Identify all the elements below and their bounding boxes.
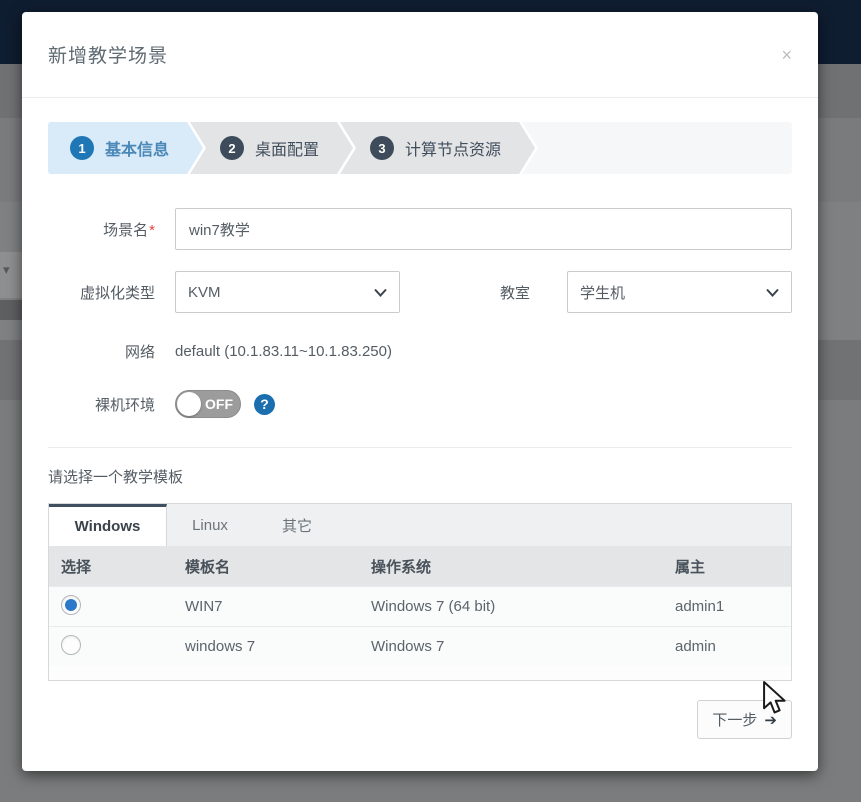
- background-band: [0, 300, 22, 320]
- chevron-down-icon: [766, 288, 779, 297]
- cell-os: Windows 7: [359, 638, 663, 655]
- cell-template-name: windows 7: [173, 638, 359, 655]
- step-number-badge: 2: [220, 136, 244, 160]
- wizard-step-remainder: [522, 122, 792, 174]
- tab-linux[interactable]: Linux: [167, 504, 253, 546]
- cell-owner: admin: [663, 638, 791, 655]
- tab-label: 其它: [282, 515, 312, 536]
- tab-windows[interactable]: Windows: [49, 504, 167, 546]
- wizard-step[interactable]: 3 计算节点资源: [340, 122, 535, 174]
- modal-footer: 下一步 ➔: [48, 700, 792, 739]
- step-number-badge: 1: [70, 136, 94, 160]
- header-os: 操作系统: [359, 556, 663, 577]
- arrow-right-icon: ➔: [764, 711, 777, 729]
- header-select: 选择: [49, 556, 173, 577]
- modal-title: 新增教学场景: [48, 41, 168, 68]
- cell-os: Windows 7 (64 bit): [359, 598, 663, 615]
- template-section-heading: 请选择一个教学模板: [48, 466, 792, 487]
- network-row: 网络 default (10.1.83.11~10.1.83.250): [48, 333, 792, 369]
- tab-other[interactable]: 其它: [253, 504, 341, 546]
- tab-label: Linux: [192, 517, 228, 534]
- modal-body: 1 基本信息 2 桌面配置 3 计算节点资源 场景名*: [22, 98, 818, 739]
- tab-label: Windows: [75, 518, 141, 535]
- network-value: default (10.1.83.11~10.1.83.250): [175, 343, 392, 360]
- scene-name-input[interactable]: [175, 208, 792, 250]
- classroom-group: 教室 学生机: [500, 271, 792, 313]
- template-panel: Windows Linux 其它 选择 模板名 操作系统 属主 WIN7 Win…: [48, 503, 792, 681]
- next-button[interactable]: 下一步 ➔: [697, 700, 792, 739]
- template-radio[interactable]: [61, 635, 81, 655]
- cell-template-name: WIN7: [173, 598, 359, 615]
- network-label: 网络: [48, 341, 155, 362]
- next-button-label: 下一步: [712, 709, 757, 730]
- basic-info-form: 场景名* 虚拟化类型 KVM 教室 学生机: [48, 208, 792, 421]
- wizard-steps: 1 基本信息 2 桌面配置 3 计算节点资源: [48, 122, 792, 174]
- toggle-state-label: OFF: [205, 396, 233, 412]
- scene-name-row: 场景名*: [48, 208, 792, 250]
- modal-header: 新增教学场景 ×: [22, 12, 818, 98]
- classroom-value: 学生机: [580, 282, 766, 303]
- virt-classroom-row: 虚拟化类型 KVM 教室 学生机: [48, 271, 792, 313]
- required-asterisk: *: [149, 222, 155, 239]
- table-row[interactable]: WIN7 Windows 7 (64 bit) admin1: [49, 586, 791, 626]
- bare-metal-label: 裸机环境: [48, 394, 155, 415]
- template-tabs: Windows Linux 其它: [49, 504, 791, 546]
- bare-metal-toggle[interactable]: OFF: [175, 390, 241, 418]
- bare-metal-row: 裸机环境 OFF ?: [48, 387, 792, 421]
- section-divider: [48, 447, 792, 448]
- close-icon[interactable]: ×: [781, 46, 792, 64]
- virt-type-label: 虚拟化类型: [48, 282, 155, 303]
- step-label: 计算节点资源: [405, 136, 501, 160]
- add-scene-modal: 新增教学场景 × 1 基本信息 2 桌面配置 3 计算节点资源: [22, 12, 818, 771]
- header-owner: 属主: [663, 556, 791, 577]
- toggle-knob: [177, 392, 201, 416]
- step-label: 基本信息: [105, 136, 169, 160]
- classroom-label: 教室: [500, 282, 530, 303]
- scene-name-label: 场景名*: [48, 219, 155, 240]
- help-icon[interactable]: ?: [254, 394, 275, 415]
- step-number-badge: 3: [370, 136, 394, 160]
- chevron-down-icon: [374, 288, 387, 297]
- classroom-select[interactable]: 学生机: [567, 271, 792, 313]
- header-template-name: 模板名: [173, 556, 359, 577]
- template-radio[interactable]: [61, 595, 81, 615]
- wizard-step[interactable]: 2 桌面配置: [190, 122, 353, 174]
- cell-owner: admin1: [663, 598, 791, 615]
- wizard-step[interactable]: 1 基本信息: [48, 122, 203, 174]
- virt-type-select[interactable]: KVM: [175, 271, 400, 313]
- virt-type-value: KVM: [188, 284, 374, 301]
- background-caret-icon: ▾: [3, 262, 10, 278]
- template-table-header: 选择 模板名 操作系统 属主: [49, 546, 791, 586]
- screen: ▾ 新增教学场景 × 1 基本信息 2 桌面配置 3 计算节点资源: [0, 0, 861, 802]
- step-label: 桌面配置: [255, 136, 319, 160]
- table-row[interactable]: windows 7 Windows 7 admin: [49, 626, 791, 666]
